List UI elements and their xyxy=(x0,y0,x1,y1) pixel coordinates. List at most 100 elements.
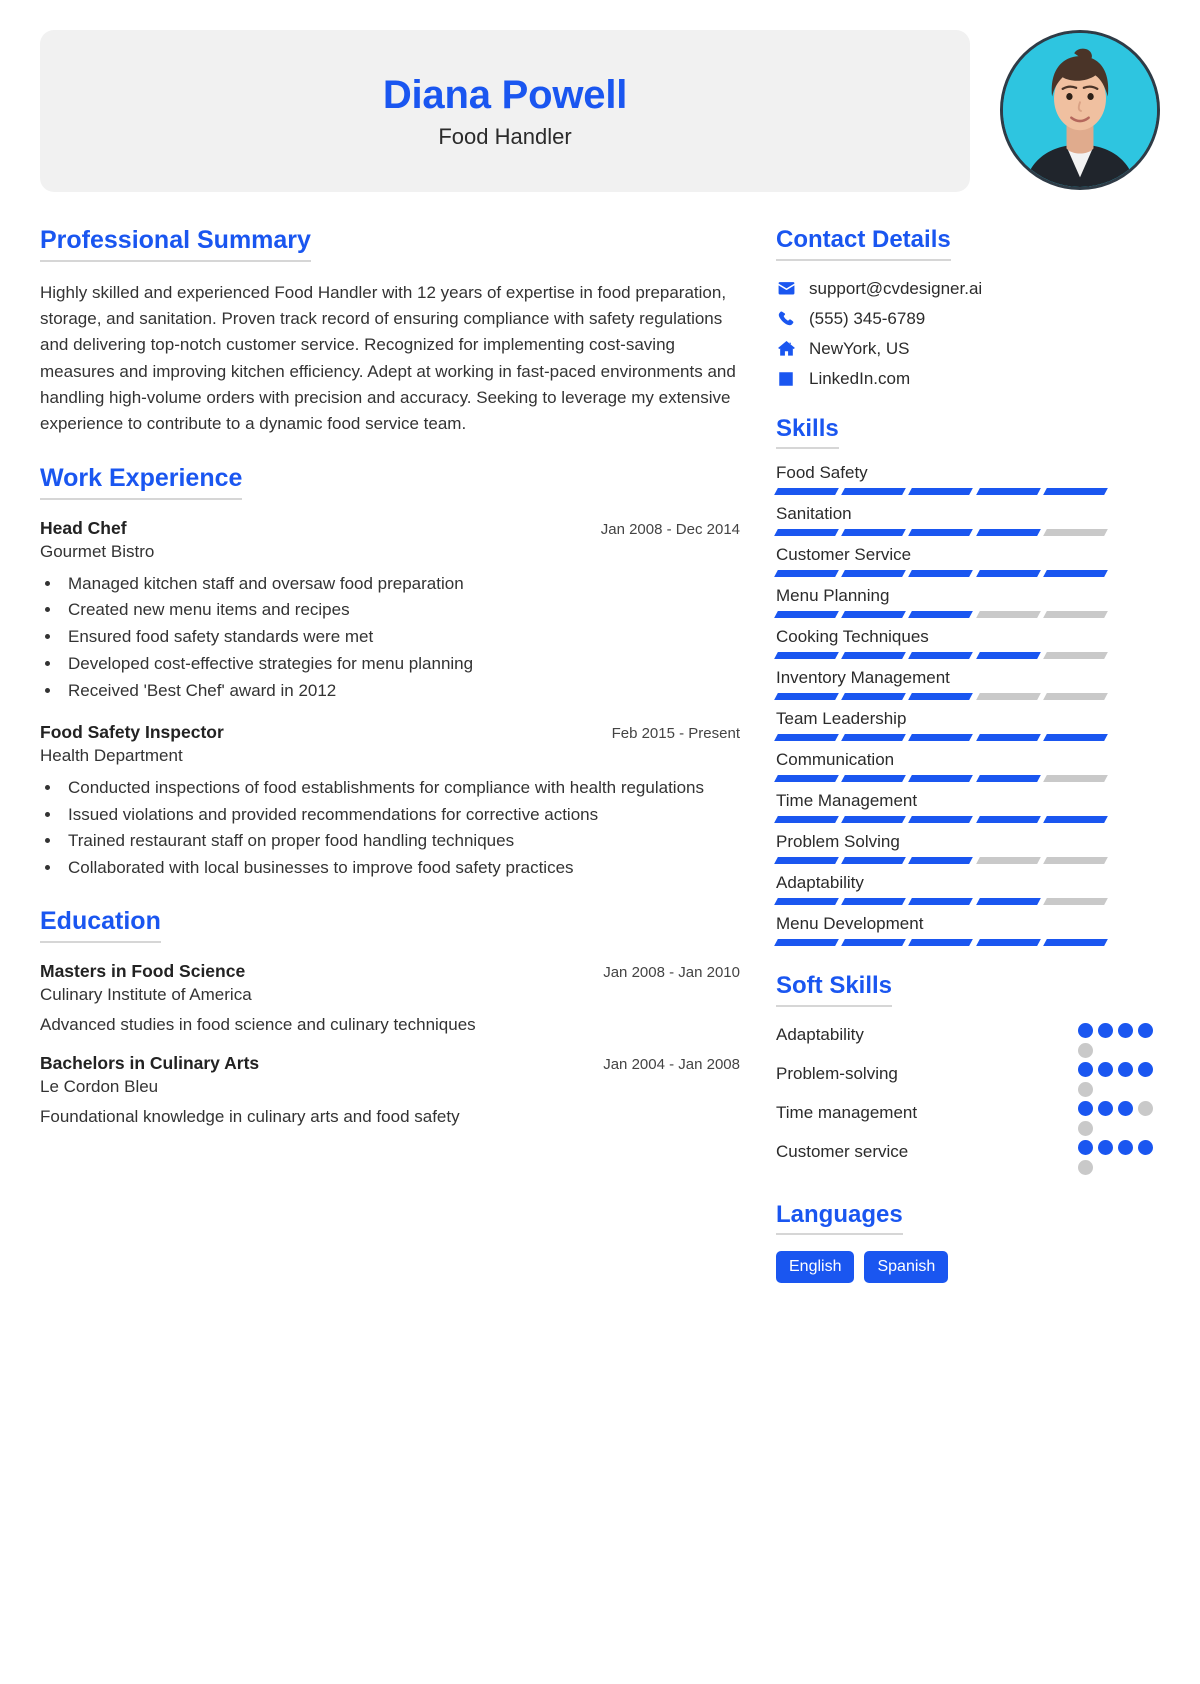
experience-entry: Food Safety Inspector Feb 2015 - Present… xyxy=(40,722,740,881)
soft-skill-label: Adaptability xyxy=(776,1024,864,1044)
rating-dot xyxy=(1098,1139,1113,1155)
linkedin-icon xyxy=(776,369,796,389)
list-item: Developed cost-effective strategies for … xyxy=(62,651,740,677)
main-column: Professional Summary Highly skilled and … xyxy=(40,226,740,1309)
entry-date: Jan 2008 - Jan 2010 xyxy=(603,963,740,981)
entry-header: Bachelors in Culinary Arts Jan 2004 - Ja… xyxy=(40,1053,740,1074)
soft-skill-label: Time management xyxy=(776,1102,918,1122)
skill-segment xyxy=(908,611,974,619)
section-soft-skills: Soft Skills Adaptability Problem-solving T… xyxy=(776,972,1160,1175)
skill-segment xyxy=(841,611,907,619)
skill-segment xyxy=(975,734,1041,742)
skill-segment xyxy=(908,816,974,824)
skill-level-bar xyxy=(774,529,1108,537)
language-badge[interactable]: English xyxy=(776,1251,855,1284)
skill-segment xyxy=(1042,857,1108,865)
contact-list: support@cvdesigner.ai (555) 345-6789 New… xyxy=(776,279,1160,389)
skill-label: Inventory Management xyxy=(776,668,950,688)
contact-value: LinkedIn.com xyxy=(809,368,911,388)
skill-segment xyxy=(841,775,907,783)
skill-segment xyxy=(841,857,907,865)
skill-segment xyxy=(774,652,840,660)
soft-skill-rating xyxy=(1078,1022,1160,1058)
contact-item-email[interactable]: support@cvdesigner.ai xyxy=(776,279,1160,299)
rating-dot xyxy=(1078,1061,1093,1077)
skill-level-bar xyxy=(774,816,1108,824)
rating-dot xyxy=(1118,1139,1133,1155)
skill-segment xyxy=(908,898,974,906)
skill-segment xyxy=(841,529,907,537)
rating-dot xyxy=(1138,1022,1153,1038)
skill-segment xyxy=(908,857,974,865)
rating-dot xyxy=(1098,1022,1113,1038)
skill-segment xyxy=(975,652,1041,660)
skill-segment xyxy=(975,898,1041,906)
soft-skill-label: Customer service xyxy=(776,1141,909,1161)
contact-item-phone[interactable]: (555) 345-6789 xyxy=(776,309,1160,329)
avatar-image xyxy=(1003,33,1157,187)
section-heading-contact: Contact Details xyxy=(776,226,951,261)
skill-segment xyxy=(1042,693,1108,701)
soft-skill-row: Problem-solving xyxy=(776,1061,1160,1097)
skill-segment xyxy=(1042,488,1108,496)
phone-icon xyxy=(776,309,796,329)
soft-skill-row: Adaptability xyxy=(776,1022,1160,1058)
skill-label: Sanitation xyxy=(776,504,852,524)
skill-level-bar xyxy=(774,857,1108,865)
skill-level-bar xyxy=(774,898,1108,906)
entry-bullets: Conducted inspections of food establishm… xyxy=(62,775,740,881)
skill-segment xyxy=(841,898,907,906)
entry-header: Head Chef Jan 2008 - Dec 2014 xyxy=(40,518,740,539)
entry-description: Advanced studies in food science and cul… xyxy=(40,1014,476,1034)
skill-segment xyxy=(975,693,1041,701)
rating-dot xyxy=(1098,1100,1113,1116)
skill-segment xyxy=(908,734,974,742)
list-item: Managed kitchen staff and oversaw food p… xyxy=(62,571,740,597)
skill-level-bar xyxy=(774,939,1108,947)
entry-organization: Culinary Institute of America xyxy=(40,984,252,1004)
entry-title: Masters in Food Science xyxy=(40,960,246,981)
section-languages: Languages English Spanish xyxy=(776,1201,1160,1284)
skill-label: Adaptability xyxy=(776,873,864,893)
contact-item-location[interactable]: NewYork, US xyxy=(776,339,1160,359)
skill-segment xyxy=(1042,570,1108,578)
skill-segment xyxy=(841,652,907,660)
contact-value: (555) 345-6789 xyxy=(809,308,926,328)
soft-skills-list: Adaptability Problem-solving Time manageme… xyxy=(776,1022,1160,1175)
experience-entry: Head Chef Jan 2008 - Dec 2014 Gourmet Bi… xyxy=(40,518,740,704)
rating-dot xyxy=(1098,1061,1113,1077)
skill-segment xyxy=(1042,529,1108,537)
skill-segment xyxy=(1042,816,1108,824)
section-heading-summary: Professional Summary xyxy=(40,226,311,262)
skill-segment xyxy=(774,734,840,742)
section-professional-summary: Professional Summary Highly skilled and … xyxy=(40,226,740,438)
rating-dot xyxy=(1078,1139,1093,1155)
resume-body: Professional Summary Highly skilled and … xyxy=(40,226,1160,1309)
skill-level-bar xyxy=(774,570,1108,578)
home-icon xyxy=(776,339,796,359)
skill-segment xyxy=(774,939,840,947)
section-skills: Skills Food Safety Sanitation Customer Ser… xyxy=(774,415,1160,947)
entry-organization: Gourmet Bistro xyxy=(40,541,155,561)
skill-segment xyxy=(841,693,907,701)
skill-segment xyxy=(908,693,974,701)
name-card: Diana Powell Food Handler xyxy=(40,30,970,192)
list-item: Conducted inspections of food establishm… xyxy=(62,775,740,801)
language-badge[interactable]: Spanish xyxy=(864,1251,949,1284)
skill-segment xyxy=(1042,775,1108,783)
skill-label: Menu Planning xyxy=(776,586,890,606)
page-title: Diana Powell xyxy=(382,73,628,117)
entry-header: Food Safety Inspector Feb 2015 - Present xyxy=(40,722,740,743)
section-contact-details: Contact Details support@cvdesigner.ai (5… xyxy=(776,226,1160,389)
rating-dot xyxy=(1138,1061,1153,1077)
section-heading-education: Education xyxy=(40,907,161,943)
resume-page: Diana Powell Food Handler Professional S… xyxy=(0,0,1200,1339)
skill-segment xyxy=(975,611,1041,619)
rating-dot xyxy=(1118,1022,1133,1038)
contact-item-linkedin[interactable]: LinkedIn.com xyxy=(776,369,1160,389)
section-heading-experience: Work Experience xyxy=(40,464,243,500)
contact-value: support@cvdesigner.ai xyxy=(809,278,983,298)
entry-title: Bachelors in Culinary Arts xyxy=(40,1052,260,1073)
skill-segment xyxy=(908,652,974,660)
soft-skill-row: Customer service xyxy=(776,1139,1160,1175)
